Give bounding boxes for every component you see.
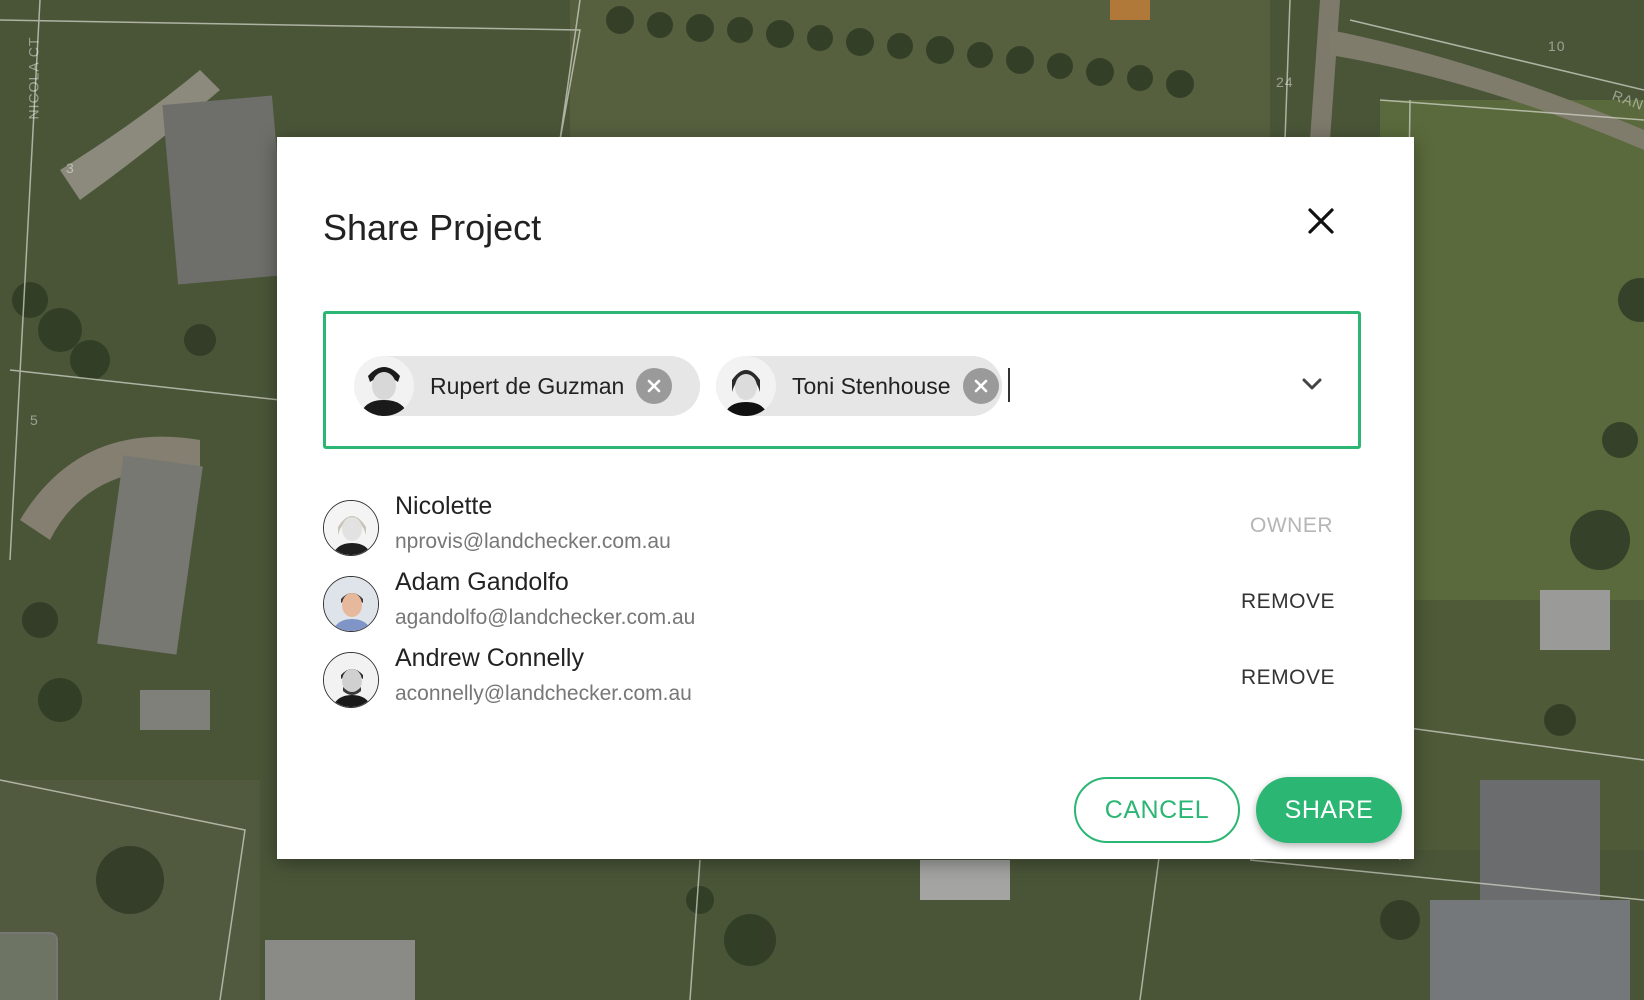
- remove-member-button[interactable]: REMOVE: [1241, 666, 1335, 690]
- basemap-switcher[interactable]: [0, 932, 58, 1000]
- member-name: Adam Gandolfo: [395, 568, 569, 596]
- remove-recipient-button[interactable]: [962, 368, 999, 404]
- recipient-chip: Rupert de Guzman: [354, 356, 700, 416]
- lot-number: 10: [1548, 38, 1566, 54]
- list-item: Nicolette nprovis@landchecker.com.au OWN…: [323, 492, 1363, 562]
- clear-circle-icon: [648, 379, 661, 393]
- street-label: NICOLA CT: [25, 36, 42, 120]
- lot-number: 5: [30, 412, 39, 428]
- remove-member-button[interactable]: REMOVE: [1241, 590, 1335, 614]
- member-name: Andrew Connelly: [395, 644, 584, 672]
- member-email: nprovis@landchecker.com.au: [395, 530, 671, 553]
- cancel-button[interactable]: CANCEL: [1074, 777, 1240, 843]
- owner-label: OWNER: [1250, 514, 1333, 537]
- remove-recipient-button[interactable]: [636, 368, 673, 404]
- recipient-name: Rupert de Guzman: [430, 372, 625, 399]
- share-project-dialog: Share Project Rupert de Guzman Toni Sten…: [277, 137, 1414, 859]
- list-item: Andrew Connelly aconnelly@landchecker.co…: [323, 644, 1363, 714]
- recipient-name: Toni Stenhouse: [792, 372, 951, 399]
- member-email: aconnelly@landchecker.com.au: [395, 682, 692, 705]
- dropdown-toggle[interactable]: [1294, 366, 1330, 402]
- recipient-chip: Toni Stenhouse: [716, 356, 1002, 416]
- lot-number: 24: [1276, 74, 1294, 90]
- close-button[interactable]: [1301, 201, 1341, 241]
- member-email: agandolfo@landchecker.com.au: [395, 606, 696, 629]
- share-button[interactable]: SHARE: [1256, 777, 1402, 843]
- avatar: [323, 576, 379, 632]
- avatar: [354, 356, 414, 416]
- chevron-down-icon: [1302, 378, 1322, 390]
- dialog-title: Share Project: [323, 207, 542, 248]
- close-icon: [1308, 208, 1334, 234]
- member-name: Nicolette: [395, 492, 493, 520]
- lot-number: 3: [66, 160, 75, 176]
- avatar: [323, 652, 379, 708]
- text-caret: [1008, 368, 1010, 402]
- avatar: [716, 356, 776, 416]
- clear-circle-icon: [974, 379, 987, 393]
- avatar: [323, 500, 379, 556]
- list-item: Adam Gandolfo agandolfo@landchecker.com.…: [323, 568, 1363, 638]
- share-recipient-input[interactable]: Rupert de Guzman Toni Stenhouse: [323, 311, 1361, 449]
